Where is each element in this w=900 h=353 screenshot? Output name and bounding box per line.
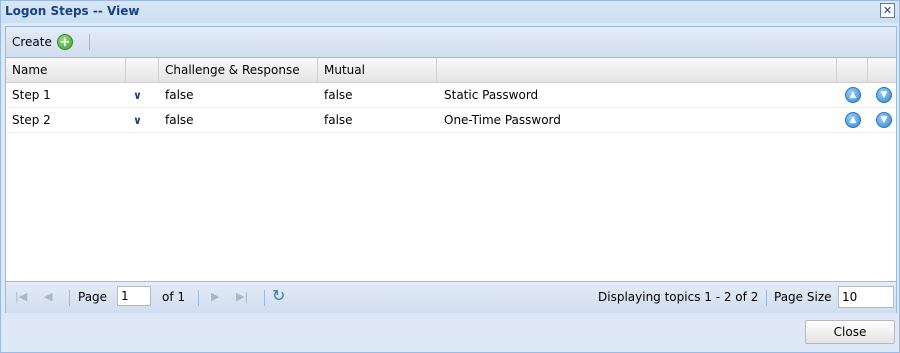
column-header-mutual[interactable]: Mutual xyxy=(318,58,437,82)
create-button[interactable]: Create + xyxy=(12,33,73,51)
mutual-value: false xyxy=(324,88,353,102)
auth-method: One-Time Password xyxy=(444,113,561,127)
plus-icon: + xyxy=(56,34,73,50)
column-header-move-down[interactable] xyxy=(868,58,896,82)
prev-page-icon[interactable]: ◀ xyxy=(44,290,52,303)
page-size-label: Page Size xyxy=(774,290,832,304)
move-up-icon[interactable]: ▲ xyxy=(845,87,861,103)
page-total-label: of 1 xyxy=(162,290,186,304)
mutual-value: false xyxy=(324,113,353,127)
challenge-response-value: false xyxy=(165,88,194,102)
chevron-down-icon[interactable]: ∨ xyxy=(133,83,147,107)
window-title: Logon Steps -- View xyxy=(5,4,140,18)
title-bar: Logon Steps -- View ✕ xyxy=(1,1,899,23)
toolbar-separator xyxy=(89,34,90,50)
column-header-move-up[interactable] xyxy=(837,58,868,82)
display-info: Displaying topics 1 - 2 of 2 xyxy=(598,290,759,304)
paging-toolbar: |◀ ◀ Page of 1 ▶ ▶| ↻ Displaying topics … xyxy=(6,281,896,313)
pager-separator xyxy=(264,290,265,306)
chevron-down-icon[interactable]: ∨ xyxy=(133,108,147,132)
pager-separator xyxy=(766,290,767,306)
move-down-icon[interactable]: ▼ xyxy=(876,112,892,128)
page-size-input[interactable] xyxy=(838,286,894,308)
move-down-icon[interactable]: ▼ xyxy=(876,87,892,103)
column-header-name[interactable]: Name xyxy=(6,58,126,82)
grid-header: Name Challenge & Response Mutual xyxy=(6,58,896,83)
create-label: Create xyxy=(12,35,52,49)
move-up-icon[interactable]: ▲ xyxy=(845,112,861,128)
step-name: Step 2 xyxy=(12,113,51,127)
table-row[interactable]: Step 1 ∨ false false Static Password ▲ ▼ xyxy=(6,83,896,108)
first-page-icon[interactable]: |◀ xyxy=(15,290,27,303)
page-label: Page xyxy=(78,290,108,304)
column-header-expand[interactable] xyxy=(126,58,159,82)
step-name: Step 1 xyxy=(12,88,51,102)
close-button[interactable]: Close xyxy=(805,320,895,344)
logon-steps-window: Logon Steps -- View ✕ Create + Name Chal… xyxy=(0,0,900,353)
auth-method: Static Password xyxy=(444,88,539,102)
next-page-icon[interactable]: ▶ xyxy=(211,290,219,303)
page-number-input[interactable] xyxy=(117,286,151,306)
toolbar: Create + xyxy=(6,27,896,58)
last-page-icon[interactable]: ▶| xyxy=(236,290,248,303)
challenge-response-value: false xyxy=(165,113,194,127)
refresh-icon[interactable]: ↻ xyxy=(272,287,290,305)
column-header-challenge-response[interactable]: Challenge & Response xyxy=(159,58,318,82)
table-row[interactable]: Step 2 ∨ false false One-Time Password ▲… xyxy=(6,108,896,133)
pager-separator xyxy=(198,290,199,306)
grid-panel: Create + Name Challenge & Response Mutua… xyxy=(5,26,897,313)
pager-separator xyxy=(69,290,70,306)
close-window-icon[interactable]: ✕ xyxy=(880,3,895,18)
column-header-method[interactable] xyxy=(437,58,837,82)
